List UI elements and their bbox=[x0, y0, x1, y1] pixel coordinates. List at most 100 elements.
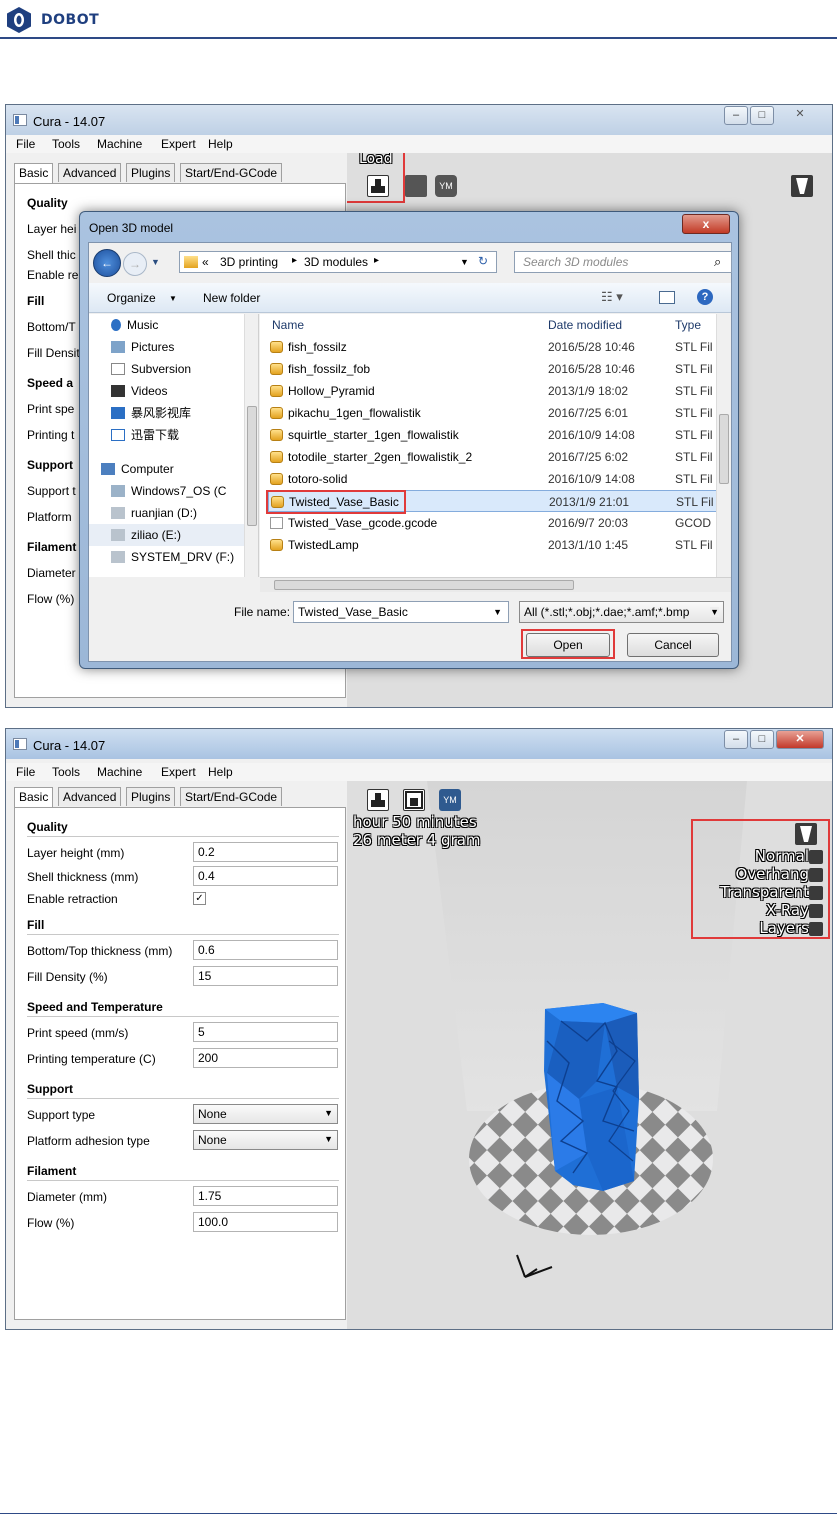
search-input[interactable]: Search 3D modules bbox=[514, 251, 732, 273]
breadcrumb-overflow[interactable]: « bbox=[202, 255, 209, 269]
menu-tools[interactable]: Tools bbox=[52, 137, 80, 151]
support-type-select[interactable]: None ▼ bbox=[193, 1104, 338, 1124]
file-row[interactable]: pikachu_1gen_flowalistik 2016/7/25 6:01 ST… bbox=[268, 402, 718, 424]
menu-help[interactable]: Help bbox=[208, 765, 233, 779]
address-dropdown-icon[interactable]: ▼ bbox=[460, 257, 469, 267]
layer-height-input[interactable]: 0.2 bbox=[193, 842, 338, 862]
tab-start-end-gcode[interactable]: Start/End-GCode bbox=[180, 787, 283, 806]
file-name-dropdown-icon[interactable]: ▼ bbox=[493, 607, 502, 617]
flow-input[interactable]: 100.0 bbox=[193, 1212, 338, 1232]
overhang-view-icon[interactable] bbox=[809, 868, 823, 882]
menu-tools[interactable]: Tools bbox=[52, 765, 80, 779]
file-row[interactable]: Hollow_Pyramid 2013/1/9 18:02 STL Fil bbox=[268, 380, 718, 402]
nav-item-music[interactable]: Music bbox=[111, 314, 158, 336]
menu-expert[interactable]: Expert bbox=[161, 137, 196, 151]
cancel-button[interactable]: Cancel bbox=[627, 633, 719, 657]
normal-view-icon[interactable] bbox=[809, 850, 823, 864]
platform-adhesion-select[interactable]: None ▼ bbox=[193, 1130, 338, 1150]
tab-plugins[interactable]: Plugins bbox=[126, 787, 176, 806]
close-button[interactable]: ✕ bbox=[776, 730, 824, 749]
youmagine-icon[interactable]: YM bbox=[439, 789, 461, 811]
print-speed-input[interactable]: 5 bbox=[193, 1022, 338, 1042]
tab-basic[interactable]: Basic bbox=[14, 163, 54, 183]
tab-advanced[interactable]: Advanced bbox=[58, 163, 122, 182]
menu-file[interactable]: File bbox=[16, 765, 35, 779]
nav-item-drive-c[interactable]: Windows7_OS (C bbox=[111, 480, 226, 502]
file-scroll-thumb[interactable] bbox=[719, 414, 729, 484]
transparent-view-icon[interactable] bbox=[809, 886, 823, 900]
file-type-select[interactable]: All (*.stl;*.obj;*.dae;*.amf;*.bmp ▼ bbox=[519, 601, 724, 623]
file-row[interactable]: totodile_starter_2gen_flowalistik_2 2016/… bbox=[268, 446, 718, 468]
help-icon[interactable]: ? bbox=[697, 289, 713, 305]
organize-menu[interactable]: Organize bbox=[107, 291, 156, 305]
printing-temperature-input[interactable]: 200 bbox=[193, 1048, 338, 1068]
menu-machine[interactable]: Machine bbox=[97, 765, 142, 779]
menu-machine[interactable]: Machine bbox=[97, 137, 142, 151]
column-type[interactable]: Type bbox=[675, 318, 701, 332]
minimize-button[interactable]: – bbox=[724, 106, 748, 125]
load-icon[interactable] bbox=[367, 175, 389, 197]
view-mode-icon[interactable] bbox=[791, 175, 813, 197]
file-row[interactable]: fish_fossilz_fob 2016/5/28 10:46 STL Fil bbox=[268, 358, 718, 380]
tab-basic[interactable]: Basic bbox=[14, 787, 54, 807]
save-toolpath-icon[interactable] bbox=[403, 789, 425, 811]
file-row[interactable]: TwistedLamp 2013/1/10 1:45 STL Fil bbox=[268, 534, 718, 556]
nav-item-drive-f[interactable]: SYSTEM_DRV (F:) bbox=[111, 546, 234, 568]
open-button[interactable]: Open bbox=[526, 633, 610, 657]
view-mode-normal[interactable]: Normal bbox=[697, 847, 809, 865]
back-arrow-icon[interactable]: ← bbox=[93, 249, 121, 277]
file-scrollbar[interactable] bbox=[716, 314, 731, 577]
tab-advanced[interactable]: Advanced bbox=[58, 787, 122, 806]
xray-view-icon[interactable] bbox=[809, 904, 823, 918]
file-row[interactable]: totoro-solid 2016/10/9 14:08 STL Fil bbox=[268, 468, 718, 490]
enable-retraction-checkbox[interactable]: ✓ bbox=[193, 892, 206, 905]
column-name[interactable]: Name bbox=[272, 318, 304, 332]
menu-help[interactable]: Help bbox=[208, 137, 233, 151]
maximize-button[interactable]: □ bbox=[750, 106, 774, 125]
nav-item-pictures[interactable]: Pictures bbox=[111, 336, 174, 358]
forward-arrow-icon[interactable]: → bbox=[123, 252, 147, 276]
horizontal-scroll-thumb[interactable] bbox=[274, 580, 574, 590]
view-mode-transparent[interactable]: Transparent bbox=[697, 883, 809, 901]
tab-plugins[interactable]: Plugins bbox=[126, 163, 176, 182]
search-icon[interactable]: ⌕ bbox=[714, 254, 721, 270]
nav-item-xunlei[interactable]: 迅雷下载 bbox=[111, 424, 179, 446]
file-row[interactable]: fish_fossilz 2016/5/28 10:46 STL Fil bbox=[268, 336, 718, 358]
nav-item-subversion[interactable]: Subversion bbox=[111, 358, 191, 380]
layers-view-icon[interactable] bbox=[809, 922, 823, 936]
fill-density-input[interactable]: 15 bbox=[193, 966, 338, 986]
file-row[interactable]: squirtle_starter_1gen_flowalistik 2016/10… bbox=[268, 424, 718, 446]
view-mode-icon[interactable] bbox=[795, 823, 817, 845]
view-mode-xray[interactable]: X-Ray bbox=[697, 901, 809, 919]
load-icon[interactable] bbox=[367, 789, 389, 811]
twisted-vase-model[interactable] bbox=[544, 1003, 639, 1191]
dialog-close-button[interactable]: x bbox=[682, 214, 730, 234]
nav-item-drive-d[interactable]: ruanjian (D:) bbox=[111, 502, 197, 524]
diameter-input[interactable]: 1.75 bbox=[193, 1186, 338, 1206]
nav-item-drive-e[interactable]: ziliao (E:) bbox=[89, 524, 247, 546]
breadcrumb-3d-printing[interactable]: 3D printing bbox=[220, 255, 278, 269]
3d-viewport[interactable]: YM hour 50 minutes 26 meter 4 gram Norma… bbox=[347, 781, 832, 1329]
file-name-input[interactable]: Twisted_Vase_Basic ▼ bbox=[293, 601, 509, 623]
address-bar[interactable]: « 3D printing ▸ 3D modules ▸ ▼ ↻ bbox=[179, 251, 497, 273]
recent-pages-chevron-icon[interactable]: ▼ bbox=[151, 257, 160, 267]
ym-icon[interactable]: YM bbox=[435, 175, 457, 197]
breadcrumb-3d-modules[interactable]: 3D modules bbox=[304, 255, 368, 269]
column-date-modified[interactable]: Date modified bbox=[548, 318, 622, 332]
view-mode-layers[interactable]: Layers bbox=[697, 919, 809, 937]
menu-file[interactable]: File bbox=[16, 137, 35, 151]
save-icon[interactable] bbox=[405, 175, 427, 197]
maximize-button[interactable]: □ bbox=[750, 730, 774, 749]
view-options-icon[interactable]: ☷ ▾ bbox=[601, 289, 623, 305]
minimize-button[interactable]: – bbox=[724, 730, 748, 749]
bottom-top-thickness-input[interactable]: 0.6 bbox=[193, 940, 338, 960]
nav-item-videos[interactable]: Videos bbox=[111, 380, 167, 402]
nav-item-baofeng[interactable]: 暴风影视库 bbox=[111, 402, 191, 424]
menu-expert[interactable]: Expert bbox=[161, 765, 196, 779]
tab-start-end-gcode[interactable]: Start/End-GCode bbox=[180, 163, 283, 182]
nav-item-computer[interactable]: Computer bbox=[101, 458, 174, 480]
file-row[interactable]: Twisted_Vase_gcode.gcode 2016/9/7 20:03 GC… bbox=[268, 512, 718, 534]
nav-scrollbar[interactable] bbox=[244, 314, 258, 577]
shell-thickness-input[interactable]: 0.4 bbox=[193, 866, 338, 886]
view-mode-overhang[interactable]: Overhang bbox=[697, 865, 809, 883]
